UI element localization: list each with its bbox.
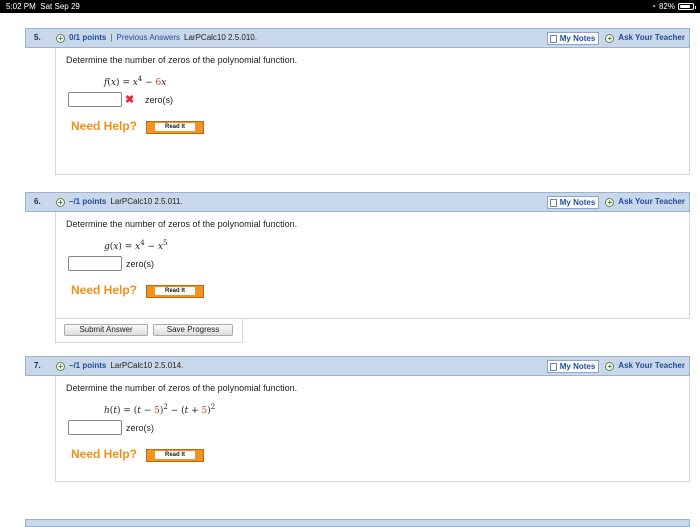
next-question-header	[25, 519, 690, 527]
question-body: Determine the number of zeros of the pol…	[55, 212, 690, 319]
answer-input[interactable]	[68, 256, 122, 271]
question-7: 7. + –/1 points LarPCalc10 2.5.014. My N…	[25, 356, 690, 482]
question-number: 6.	[34, 197, 41, 206]
status-time-date: 5:02 PM Sat Sep 29	[6, 2, 80, 11]
question-prompt: Determine the number of zeros of the pol…	[66, 55, 298, 65]
status-right: ◔ 82%	[651, 0, 696, 13]
wifi-icon: ◔	[651, 2, 656, 11]
question-body: Determine the number of zeros of the pol…	[55, 48, 690, 175]
my-notes-button[interactable]: My Notes	[546, 31, 600, 45]
incorrect-x-icon: ✖	[125, 94, 135, 106]
expand-plus-icon[interactable]: +	[56, 197, 65, 207]
previous-answers-link[interactable]: Previous Answers	[116, 29, 180, 47]
question-body: Determine the number of zeros of the pol…	[55, 376, 690, 482]
answer-unit: zero(s)	[126, 259, 155, 269]
battery-level	[680, 5, 690, 8]
ask-teacher-link[interactable]: + Ask Your Teacher	[605, 29, 685, 47]
question-source: LarPCalc10 2.5.014.	[110, 361, 184, 370]
submit-answer-button[interactable]: Submit Answer	[64, 324, 148, 336]
points-label: 0/1 points	[69, 33, 107, 42]
question-header: 5. + 0/1 points | Previous Answers LarPC…	[25, 28, 690, 48]
plus-icon: +	[605, 361, 615, 371]
question-prompt: Determine the number of zeros of the pol…	[66, 383, 298, 393]
question-header: 7. + –/1 points LarPCalc10 2.5.014. My N…	[25, 356, 690, 376]
need-help-label: Need Help?	[71, 447, 138, 461]
question-source: LarPCalc10 2.5.010.	[184, 33, 257, 42]
answer-unit: zero(s)	[126, 423, 155, 433]
separator: |	[110, 33, 113, 42]
note-icon	[549, 198, 557, 207]
battery-percent: 82%	[658, 2, 675, 11]
note-icon	[549, 362, 557, 371]
points-label: –/1 points	[69, 197, 107, 206]
read-it-button[interactable]: Read It	[146, 285, 204, 298]
note-icon	[549, 34, 557, 43]
polynomial-formula: f(x) = x4 − 6x	[104, 75, 167, 88]
need-help-label: Need Help?	[71, 283, 138, 297]
expand-plus-icon[interactable]: +	[56, 33, 65, 43]
question-5: 5. + 0/1 points | Previous Answers LarPC…	[25, 28, 690, 175]
question-prompt: Determine the number of zeros of the pol…	[66, 219, 298, 229]
need-help-label: Need Help?	[71, 119, 138, 133]
ask-teacher-link[interactable]: + Ask Your Teacher	[605, 357, 685, 375]
polynomial-formula: g(x) = x4 − x5	[104, 239, 168, 252]
read-it-button[interactable]: Read It	[146, 121, 204, 134]
submit-bar: Submit Answer Save Progress	[55, 319, 243, 343]
ios-status-bar: 5:02 PM Sat Sep 29 ◔ 82%	[0, 0, 700, 13]
plus-icon: +	[605, 197, 615, 207]
answer-input[interactable]	[68, 92, 122, 107]
ask-teacher-link[interactable]: + Ask Your Teacher	[605, 193, 685, 211]
read-it-button[interactable]: Read It	[146, 449, 204, 462]
plus-icon: +	[605, 33, 615, 43]
question-number: 7.	[34, 361, 41, 370]
question-source: LarPCalc10 2.5.011.	[110, 197, 183, 206]
save-progress-button[interactable]: Save Progress	[153, 324, 233, 336]
polynomial-formula: h(t) = (t − 5)2 − (t + 5)2	[104, 403, 216, 416]
answer-input[interactable]	[68, 420, 122, 435]
my-notes-button[interactable]: My Notes	[546, 195, 600, 209]
question-6: 6. + –/1 points LarPCalc10 2.5.011. My N…	[25, 192, 690, 319]
expand-plus-icon[interactable]: +	[56, 361, 65, 371]
question-header: 6. + –/1 points LarPCalc10 2.5.011. My N…	[25, 192, 690, 212]
question-number: 5.	[34, 33, 41, 42]
battery-icon	[678, 3, 696, 10]
my-notes-button[interactable]: My Notes	[546, 359, 600, 373]
points-label: –/1 points	[69, 361, 107, 370]
answer-unit: zero(s)	[145, 95, 174, 105]
